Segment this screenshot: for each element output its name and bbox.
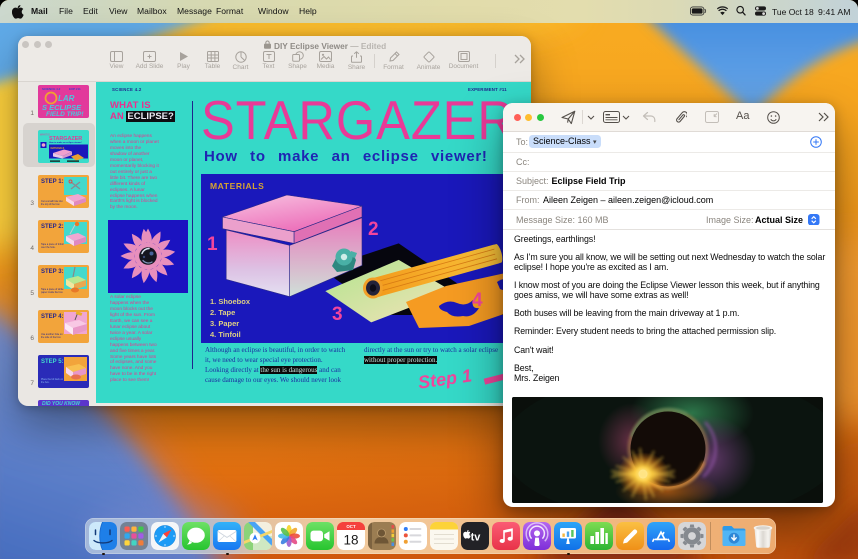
svg-text:tv: tv — [471, 532, 482, 544]
svg-text:OCT: OCT — [346, 524, 356, 529]
svg-text:LAR: LAR — [58, 94, 75, 103]
svg-text:STEP 4:: STEP 4: — [41, 314, 64, 320]
svg-text:4: 4 — [472, 290, 483, 311]
svg-text:MATERIALS: MATERIALS — [50, 147, 64, 150]
svg-text:the side of the box.: the side of the box. — [41, 336, 62, 339]
svg-text:1: 1 — [207, 234, 218, 255]
svg-text:STEP 1:: STEP 1: — [41, 179, 64, 185]
svg-text:EXP #11: EXP #11 — [69, 87, 81, 91]
svg-text:How to make an eclipse viewer!: How to make an eclipse viewer! — [49, 141, 82, 144]
svg-text:1. Shoebox: 1. Shoebox — [210, 297, 251, 306]
svg-text:the top of the box.: the top of the box. — [41, 203, 60, 206]
svg-text:STEP 3:: STEP 3: — [41, 269, 64, 275]
svg-text:2. Tape: 2. Tape — [210, 308, 235, 317]
svg-text:18: 18 — [343, 533, 358, 548]
svg-text:FIELD TRIP!: FIELD TRIP! — [46, 111, 84, 118]
svg-text:2: 2 — [368, 219, 379, 240]
svg-text:paper inside the box.: paper inside the box. — [41, 291, 64, 294]
svg-text:MATERIALS: MATERIALS — [210, 181, 264, 191]
svg-text:SCIENCE 4.2: SCIENCE 4.2 — [42, 87, 61, 91]
svg-text:the box.: the box. — [41, 381, 50, 384]
svg-text:over the hole.: over the hole. — [41, 246, 56, 249]
svg-text:DID YOU KNOW: DID YOU KNOW — [42, 401, 81, 406]
svg-text:3. Paper: 3. Paper — [210, 319, 239, 328]
svg-text:4. Tinfoil: 4. Tinfoil — [210, 330, 241, 339]
svg-text:STEP 5:: STEP 5: — [41, 359, 64, 365]
svg-text:3: 3 — [332, 304, 343, 325]
svg-text:STEP 2:: STEP 2: — [41, 224, 64, 230]
